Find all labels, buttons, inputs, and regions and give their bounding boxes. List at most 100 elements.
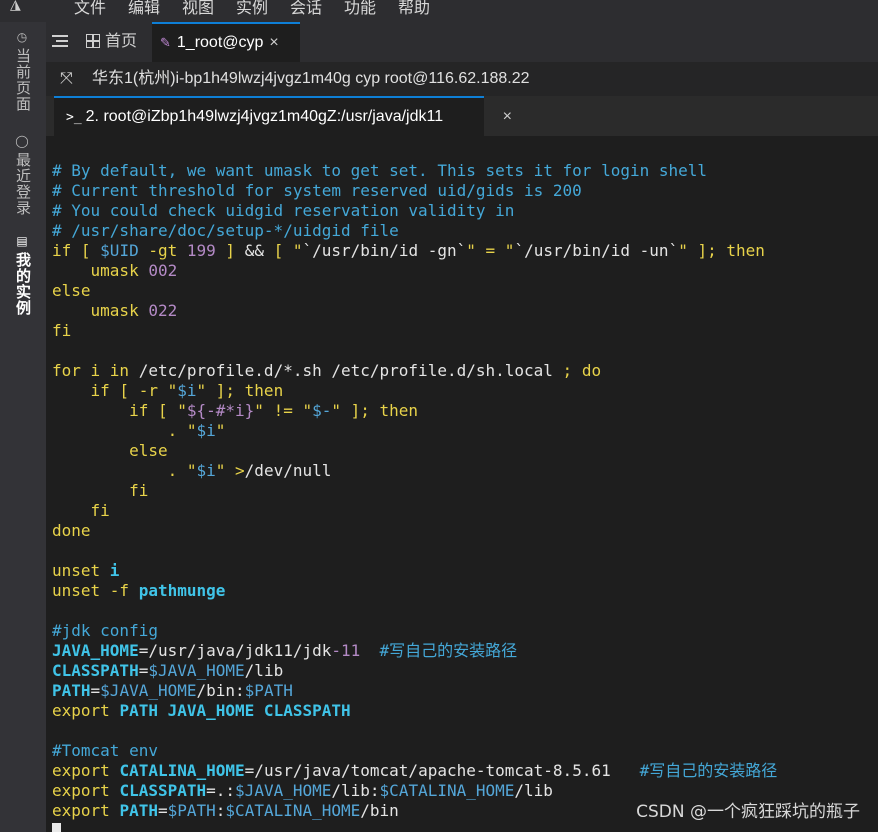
terminal-token: CLASSPATH xyxy=(52,661,139,680)
terminal-token: # You could check uidgid reservation val… xyxy=(52,201,515,220)
menu-session[interactable]: 会话 xyxy=(290,0,322,18)
terminal-token: " = " xyxy=(466,241,515,260)
terminal-token: unset -f xyxy=(52,581,139,600)
server-icon: ▤ xyxy=(15,234,29,249)
menu-instance[interactable]: 实例 xyxy=(236,0,268,18)
terminal-token: /etc/profile.d/*.sh /etc/profile.d/sh.lo… xyxy=(138,361,563,380)
app-logo-icon[interactable]: ◮ xyxy=(10,0,21,13)
terminal-token: : xyxy=(215,801,226,820)
sidebar-item-my-instances[interactable]: ▤ 我的实例 xyxy=(13,234,33,316)
terminal-line: # By default, we want umask to get set. … xyxy=(52,161,777,181)
terminal-token: CLASSPATH xyxy=(119,781,207,800)
terminal-token: /lib xyxy=(514,781,553,800)
terminal-token: " xyxy=(215,421,226,440)
terminal-line: #Tomcat env xyxy=(52,741,777,761)
terminal-line: fi xyxy=(52,481,777,501)
terminal-token: $JAVA_HOME xyxy=(148,661,245,680)
terminal-token: #写自己的安装路径 xyxy=(639,761,778,780)
terminal-token: unset xyxy=(52,561,110,580)
expand-icon[interactable]: ⤧ xyxy=(60,62,73,96)
terminal-token: -11 xyxy=(331,641,361,660)
terminal-token: =/usr/java/tomcat/apache-tomcat-8.5.61 xyxy=(244,761,640,780)
terminal-token: #写自己的安装路径 xyxy=(360,641,518,660)
terminal-token: 022 xyxy=(148,301,178,320)
terminal-token: $JAVA_HOME xyxy=(235,781,332,800)
terminal-line: else xyxy=(52,281,777,301)
terminal-token: JAVA_HOME xyxy=(52,641,139,660)
menu-function[interactable]: 功能 xyxy=(344,0,376,18)
terminal-token: fi xyxy=(52,481,149,500)
menu-view[interactable]: 视图 xyxy=(182,0,214,18)
menu-help[interactable]: 帮助 xyxy=(398,0,430,18)
terminal-line: . "$i" >/dev/null xyxy=(52,461,777,481)
tab-bar: 首页 ✎ 1_root@cyp × xyxy=(46,22,878,62)
session-tab-bar: >_ 2. root@iZbp1h49lwzj4jvgz1m40gZ:/usr/j… xyxy=(46,96,878,136)
terminal-line: fi xyxy=(52,501,777,521)
terminal-line: unset i xyxy=(52,561,777,581)
terminal-line: fi xyxy=(52,321,777,341)
terminal-token: $i xyxy=(177,381,197,400)
terminal-line: JAVA_HOME=/usr/java/jdk11/jdk-11 #写自己的安装… xyxy=(52,641,777,661)
terminal-token: umask xyxy=(52,261,149,280)
terminal-token: for i in xyxy=(52,361,139,380)
close-icon[interactable]: × xyxy=(269,34,278,51)
terminal-token: export xyxy=(52,761,120,780)
connection-bar: ⤧ 华东1(杭州)i-bp1h49lwzj4jvgz1m40g cyp root… xyxy=(46,62,878,96)
watermark: CSDN @一个疯狂踩坑的瓶子 xyxy=(636,802,860,822)
terminal-token: $UID xyxy=(100,241,139,260)
terminal-token: # Current threshold for system reserved … xyxy=(52,181,582,200)
session-tab[interactable]: >_ 2. root@iZbp1h49lwzj4jvgz1m40gZ:/usr/j… xyxy=(54,96,512,136)
sidebar-item-recent-login[interactable]: ◯ 最近登录 xyxy=(13,134,33,216)
menu-bar: ◮ 文件 编辑 视图 实例 会话 功能 帮助 xyxy=(0,0,878,22)
terminal-content: # By default, we want umask to get set. … xyxy=(52,161,777,832)
terminal-token: = xyxy=(90,681,101,700)
cursor xyxy=(52,823,61,832)
terminal-token: /bin: xyxy=(196,681,245,700)
terminal-token: . " xyxy=(52,421,197,440)
terminal-token: `/usr/bin/id -un` xyxy=(514,241,679,260)
hamburger-menu-icon[interactable] xyxy=(52,32,70,50)
tab-session-label: 1_root@cyp xyxy=(176,34,264,51)
terminal-token: " != " xyxy=(254,401,313,420)
terminal-token: $PATH xyxy=(167,801,216,820)
terminal-token: = xyxy=(157,801,168,820)
menu-edit[interactable]: 编辑 xyxy=(128,0,160,18)
close-icon[interactable]: × xyxy=(503,98,512,136)
session-tab-label: 2. root@iZbp1h49lwzj4jvgz1m40gZ:/usr/jav… xyxy=(85,108,444,125)
terminal-token: " ]; then xyxy=(678,241,765,260)
sidebar-item-label: 当前页面 xyxy=(14,48,31,112)
terminal-line: # You could check uidgid reservation val… xyxy=(52,201,777,221)
terminal-token: -gt xyxy=(138,241,187,260)
terminal-token: fi xyxy=(52,321,72,340)
terminal-token: [ " xyxy=(273,241,303,260)
terminal-token: if [ -r " xyxy=(52,381,178,400)
terminal-token: if [ xyxy=(52,241,101,260)
terminal-token: fi xyxy=(52,501,110,520)
terminal-line: # Current threshold for system reserved … xyxy=(52,181,777,201)
terminal-token: =.: xyxy=(206,781,236,800)
terminal-token: else xyxy=(52,441,168,460)
terminal-token: " > xyxy=(215,461,245,480)
terminal-token: export xyxy=(52,801,120,820)
terminal-token: /dev/null xyxy=(244,461,332,480)
terminal-line: export CATALINA_HOME=/usr/java/tomcat/ap… xyxy=(52,761,777,781)
tab-home[interactable]: 首页 xyxy=(86,22,150,62)
terminal-token: # By default, we want umask to get set. … xyxy=(52,161,708,180)
sidebar-item-label: 最近登录 xyxy=(14,152,31,216)
tab-session-1[interactable]: ✎ 1_root@cyp × xyxy=(152,22,300,62)
history-icon: ◯ xyxy=(15,134,29,149)
menu-file[interactable]: 文件 xyxy=(74,0,106,18)
terminal-token: = xyxy=(138,661,149,680)
terminal-token: " ]; then xyxy=(331,401,419,420)
terminal-token: export xyxy=(52,701,120,720)
terminal-token: " ]; then xyxy=(196,381,284,400)
sidebar-item-current-page[interactable]: ◷ 当前页面 xyxy=(13,30,33,112)
terminal-line: done xyxy=(52,521,777,541)
terminal[interactable]: # By default, we want umask to get set. … xyxy=(46,136,878,832)
terminal-token: pathmunge xyxy=(138,581,226,600)
terminal-token: $- xyxy=(312,401,332,420)
terminal-token: umask xyxy=(52,301,149,320)
